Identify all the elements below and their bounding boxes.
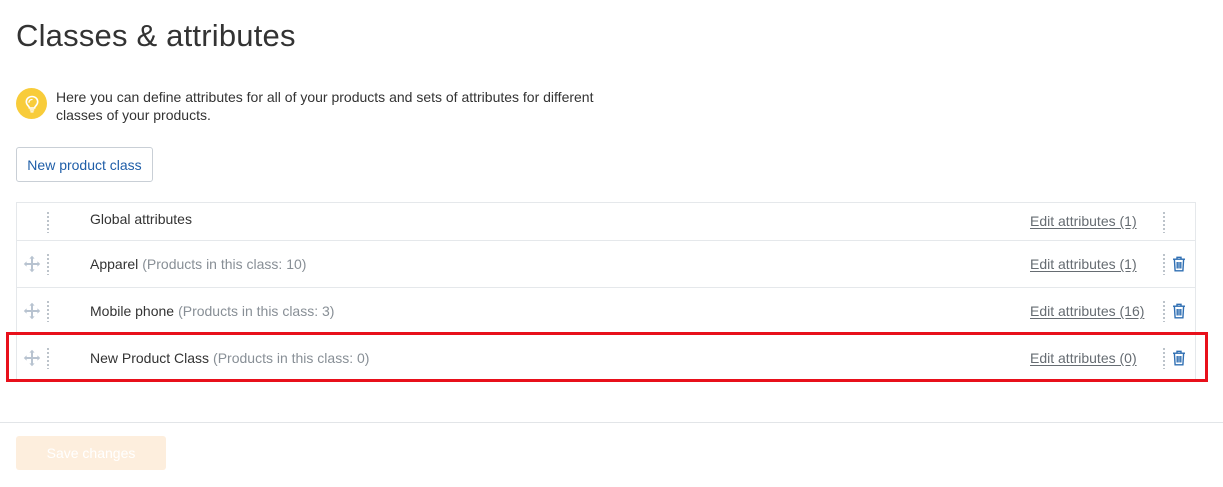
row-actions-dots-icon[interactable] (1163, 210, 1165, 233)
row-actions-dots-icon[interactable] (1163, 253, 1165, 275)
product-classes-list: Global attributes Edit attributes (1) Ap… (16, 202, 1196, 382)
row-menu-dots-icon (47, 347, 49, 369)
list-item: New Product Class (Products in this class… (17, 335, 1195, 382)
class-name: Global attributes (90, 211, 192, 227)
class-name: Apparel (90, 256, 139, 272)
class-product-count: (Products in this class: 3) (178, 303, 335, 319)
list-item: Apparel (Products in this class: 10) Edit… (17, 241, 1195, 288)
page: Classes & attributes Here you can define… (0, 0, 1223, 487)
row-menu-dots-icon (47, 210, 49, 233)
info-banner: Here you can define attributes for all o… (16, 88, 596, 124)
delete-icon[interactable] (1171, 255, 1187, 273)
edit-attributes-link[interactable]: Edit attributes (0) (1030, 350, 1137, 366)
delete-icon[interactable] (1171, 302, 1187, 320)
edit-attributes-link[interactable]: Edit attributes (1) (1030, 213, 1137, 229)
class-product-count: (Products in this class: 10) (142, 256, 307, 272)
page-title: Classes & attributes (16, 18, 296, 53)
row-menu-dots-icon (47, 253, 49, 275)
info-text: Here you can define attributes for all o… (56, 89, 594, 123)
class-name: New Product Class (90, 350, 210, 366)
list-item: Mobile phone (Products in this class: 3) … (17, 288, 1195, 335)
list-item: Global attributes Edit attributes (1) (17, 203, 1195, 241)
new-product-class-button[interactable]: New product class (16, 147, 153, 182)
drag-handle-icon[interactable] (23, 302, 41, 320)
drag-handle-icon[interactable] (23, 349, 41, 367)
footer-divider (0, 422, 1223, 423)
drag-handle-icon[interactable] (23, 255, 41, 273)
row-menu-dots-icon (47, 300, 49, 322)
class-name: Mobile phone (90, 303, 175, 319)
edit-attributes-link[interactable]: Edit attributes (1) (1030, 256, 1137, 272)
lightbulb-icon (16, 88, 47, 119)
class-product-count: (Products in this class: 0) (213, 350, 370, 366)
delete-icon[interactable] (1171, 349, 1187, 367)
save-changes-button[interactable]: Save changes (16, 436, 166, 470)
row-actions-dots-icon[interactable] (1163, 300, 1165, 322)
row-actions-dots-icon[interactable] (1163, 347, 1165, 369)
edit-attributes-link[interactable]: Edit attributes (16) (1030, 303, 1144, 319)
